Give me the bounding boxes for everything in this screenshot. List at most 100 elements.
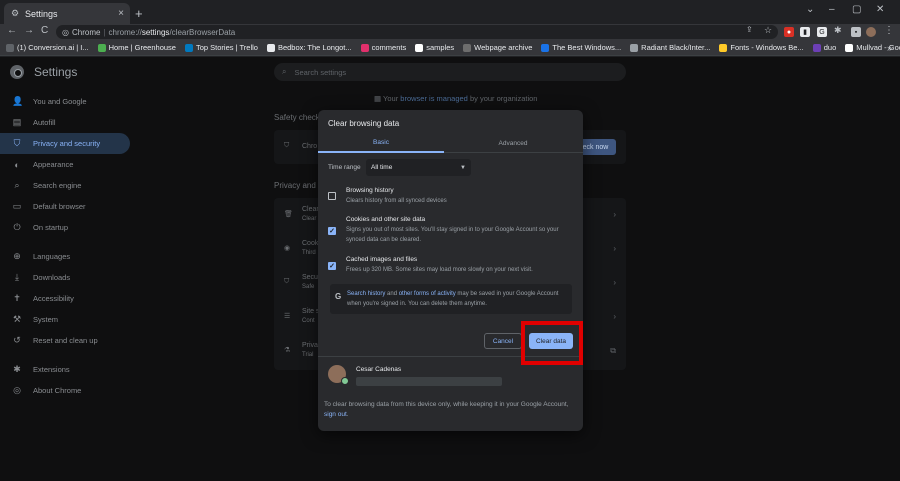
trash-icon: 🗑 — [284, 211, 293, 218]
toolbar: ← → C ◎ Chrome | chrome:// settings /cle… — [0, 24, 900, 40]
bookmark-item[interactable]: Top Stories | Trello — [184, 43, 258, 52]
bookmark-favicon-icon — [463, 43, 472, 52]
menu-icon[interactable]: ⋮ — [884, 25, 894, 36]
cancel-button[interactable]: Cancel — [484, 333, 522, 349]
privacy-row-title[interactable]: Cook — [302, 240, 318, 247]
extension-red-icon[interactable]: ● — [784, 27, 794, 37]
sidebar-item[interactable]: ⛉ Privacy and security — [0, 133, 130, 154]
bookmark-item[interactable]: Bedbox: The Longot... — [266, 43, 352, 52]
bookmark-item[interactable]: samples — [415, 43, 454, 52]
extension-g-icon[interactable]: G — [817, 27, 827, 37]
search-placeholder: Search settings — [294, 67, 347, 77]
privacy-row-title[interactable]: Secu — [302, 274, 318, 281]
managed-suffix: by your organization — [469, 94, 538, 103]
sidebar-item[interactable]: ◐ Appearance — [0, 154, 130, 175]
sidebar-item[interactable]: ◎ About Chrome — [0, 380, 130, 401]
sidebar-item[interactable]: ⏻ On startup — [0, 217, 130, 238]
option-title: Cached images and files — [346, 256, 418, 263]
bookmark-item[interactable]: Webpage archive — [463, 43, 532, 52]
sidebar-item[interactable]: 👤 You and Google — [0, 91, 130, 112]
close-window-button[interactable]: ✕ — [876, 4, 884, 15]
palette-icon: ◐ — [14, 159, 20, 170]
bookmark-label: comments — [371, 43, 407, 52]
bookmark-star-icon[interactable]: ☆ — [764, 25, 772, 36]
sidebar-item[interactable]: ↺ Reset and clean up — [0, 330, 130, 351]
sidebar-divider — [0, 238, 130, 246]
bookmark-item[interactable]: The Best Windows... — [541, 43, 621, 52]
new-tab-button[interactable]: + — [135, 6, 143, 21]
sign-out-link[interactable]: sign out — [324, 411, 347, 418]
bookmark-item[interactable]: Fonts - Windows Be... — [719, 43, 804, 52]
sidebar-item-label: Downloads — [33, 273, 71, 282]
sidebar-item[interactable]: ⌕ Search engine — [0, 175, 130, 196]
minimize-button[interactable]: – — [829, 4, 835, 15]
power-icon: ⏻ — [13, 222, 21, 232]
sidebar-item[interactable]: ⤓ Downloads — [0, 267, 130, 288]
privacy-row-title[interactable]: Clear — [302, 206, 319, 213]
sync-badge-icon — [341, 377, 349, 385]
privacy-row-title[interactable]: Priva — [302, 342, 318, 349]
chevron-right-icon: › — [613, 244, 616, 253]
share-icon[interactable]: ⇪ — [746, 25, 753, 34]
tab-search-icon[interactable]: ⌄ — [806, 4, 814, 15]
time-range-select[interactable]: All time ▼ — [366, 159, 471, 176]
sidebar-item-label: System — [33, 315, 59, 324]
search-history-link[interactable]: Search history — [347, 291, 385, 297]
sidebar-item[interactable]: ▭ Default browser — [0, 196, 130, 217]
other-activity-link[interactable]: other forms of activity — [399, 291, 456, 297]
forward-button[interactable]: → — [24, 25, 34, 36]
bookmark-item[interactable]: comments — [360, 43, 407, 52]
puzzle-icon[interactable]: ✱ — [834, 25, 842, 36]
option-title: Cookies and other site data — [346, 216, 426, 223]
search-settings-input[interactable]: ⌕ Search settings — [274, 63, 626, 81]
sidebar-item-label: You and Google — [33, 97, 87, 106]
bookmark-item[interactable]: (1) Conversion.ai | I... — [6, 43, 89, 52]
sidebar-item[interactable]: ✝ Accessibility — [0, 288, 130, 309]
bookmarks-overflow-button[interactable]: » — [887, 43, 892, 53]
chrome-logo-icon — [10, 65, 24, 79]
profile-avatar[interactable] — [866, 27, 876, 37]
sidebar-item-label: Search engine — [33, 181, 82, 190]
url-scheme: chrome:// — [108, 27, 142, 37]
tab-settings[interactable]: ⚙ Settings × — [4, 3, 130, 24]
note-and: and — [385, 291, 399, 297]
checkbox-cookies[interactable]: ✓ — [328, 227, 336, 235]
close-tab-icon[interactable]: × — [118, 8, 124, 19]
highlight-box — [521, 321, 583, 365]
privacy-row-subtitle: Cont — [302, 318, 315, 324]
sidebar-item[interactable]: ⚒ System — [0, 309, 130, 330]
privacy-row-subtitle: Trial — [302, 352, 314, 358]
address-bar[interactable]: ◎ Chrome | chrome:// settings /clearBrow… — [56, 25, 778, 39]
time-range-value: All time — [371, 164, 393, 171]
sidebar-item-label: Autofill — [33, 118, 56, 127]
back-button[interactable]: ← — [7, 25, 17, 36]
bookmark-item[interactable]: duo — [812, 43, 836, 52]
bookmark-favicon-icon — [184, 43, 193, 52]
tab-basic[interactable]: Basic — [318, 134, 444, 153]
tab-advanced[interactable]: Advanced — [450, 134, 576, 153]
option-description: Frees up 320 MB. Some sites may load mor… — [346, 267, 533, 273]
safety-check-text: Chro — [302, 143, 318, 150]
checkbox-browsing-history[interactable] — [328, 192, 336, 200]
extension-white-icon[interactable]: ▮ — [800, 27, 810, 37]
sidebar-item-label: Reset and clean up — [33, 336, 98, 345]
search-icon: ⌕ — [14, 180, 20, 190]
maximize-button[interactable]: ▢ — [852, 4, 861, 15]
puzzle-icon: ✱ — [13, 364, 21, 374]
privacy-row-title[interactable]: Site s — [302, 308, 320, 315]
google-activity-note: G Search history and other forms of acti… — [330, 284, 572, 314]
bookmark-item[interactable]: Radiant Black/Inter... — [630, 43, 710, 52]
bookmark-item[interactable]: Home | Greenhouse — [97, 43, 176, 52]
tab-strip: ⚙ Settings × + ⌄ – ▢ ✕ — [0, 0, 900, 24]
reload-button[interactable]: C — [41, 25, 48, 36]
sidebar-item[interactable]: ✱ Extensions — [0, 359, 130, 380]
sidebar-item[interactable]: ⊕ Languages — [0, 246, 130, 267]
privacy-row-subtitle: Third — [302, 250, 316, 256]
checkbox-cached-images[interactable]: ✓ — [328, 262, 336, 270]
sidebar-divider — [0, 351, 130, 359]
managed-link[interactable]: browser is managed — [400, 94, 468, 103]
clear-browsing-data-dialog: Clear browsing data Basic Advanced Time … — [318, 110, 583, 431]
sidebar-item[interactable]: ▤ Autofill — [0, 112, 130, 133]
dialog-title: Clear browsing data — [328, 119, 400, 128]
extension-square-icon[interactable]: ▪ — [851, 27, 861, 37]
